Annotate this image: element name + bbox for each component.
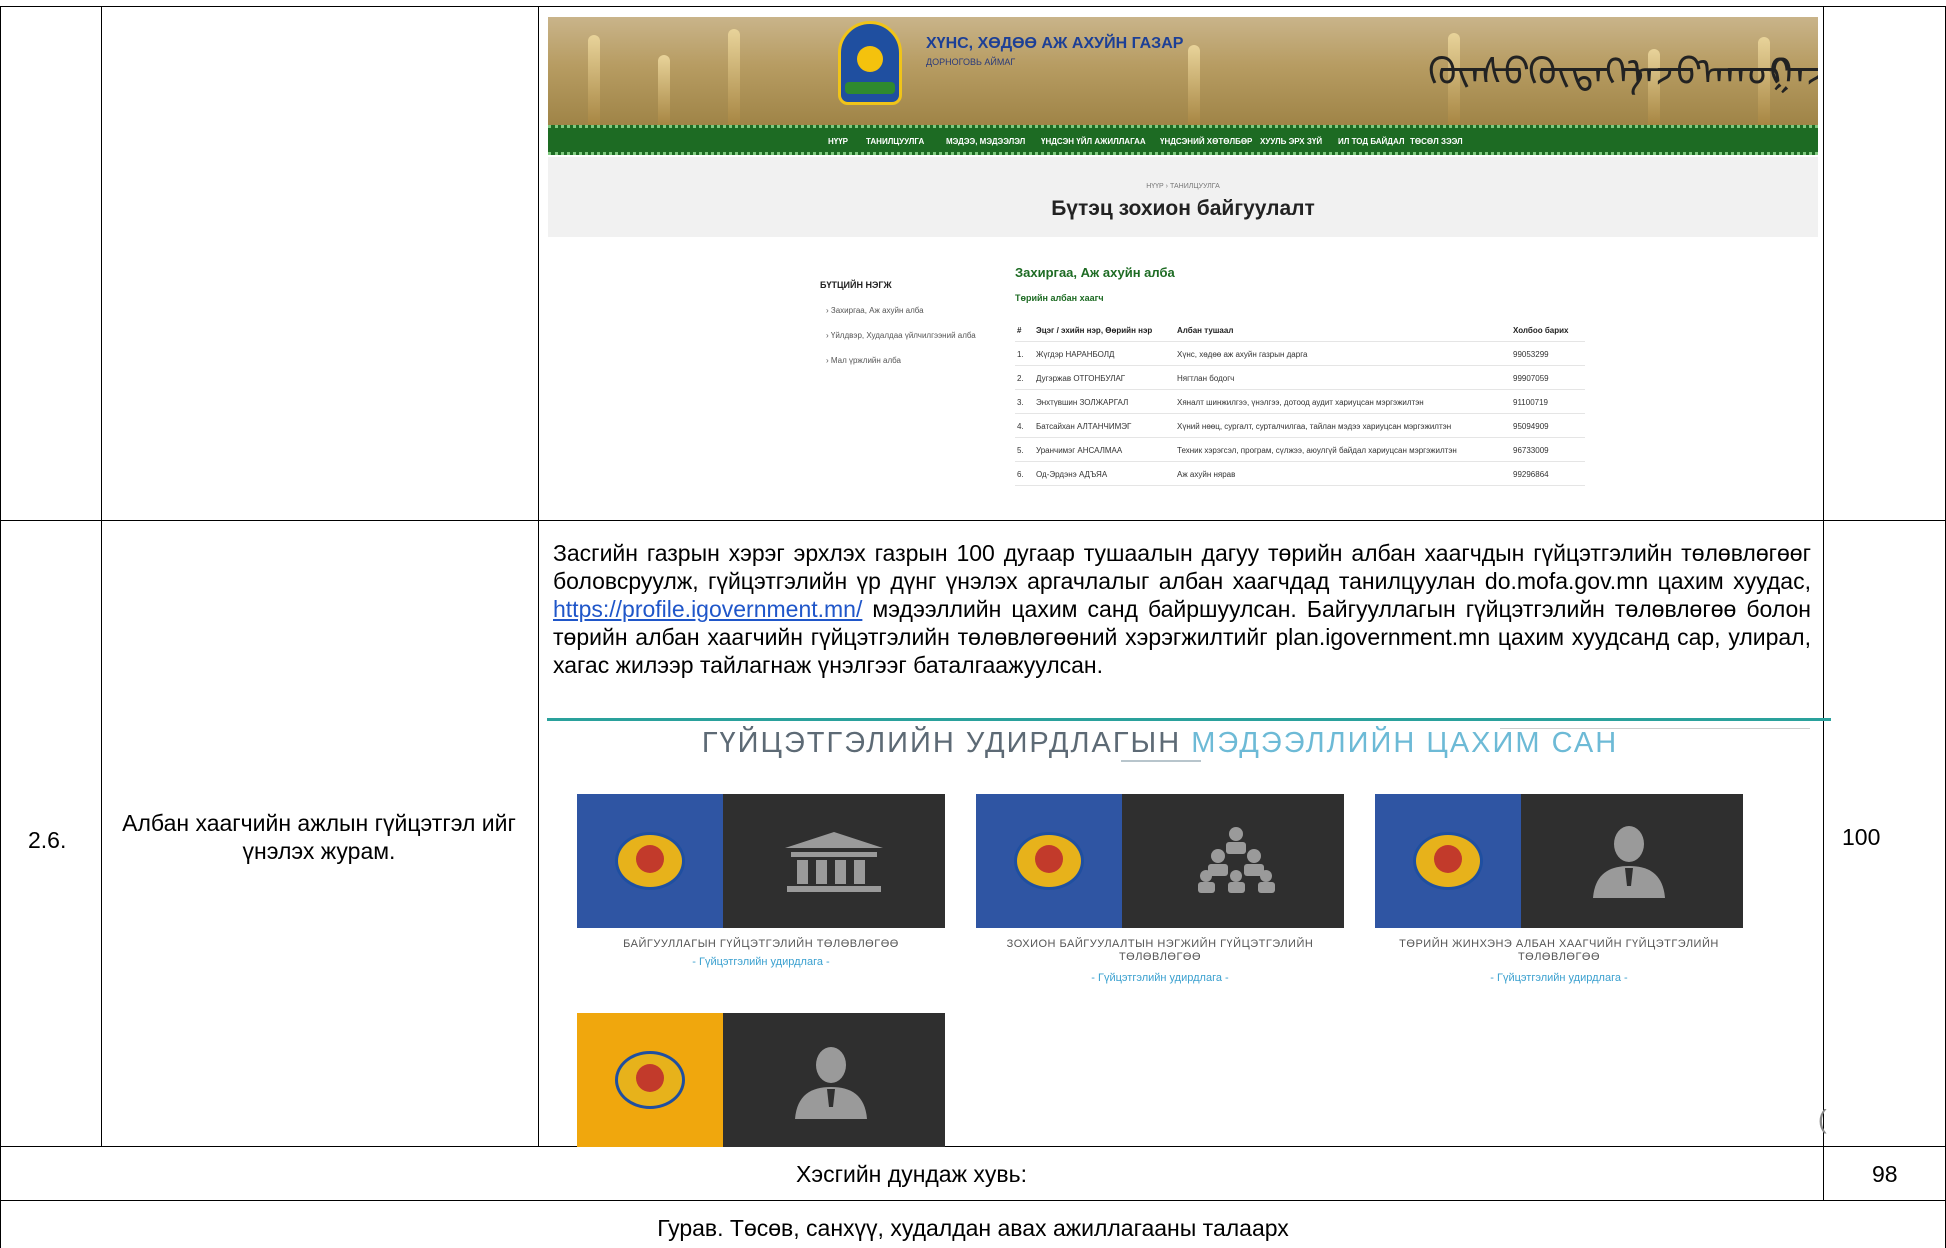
teal-divider	[547, 718, 1831, 721]
side-menu-item[interactable]: › Мал үржлийн алба	[826, 356, 901, 365]
perf-card-organization[interactable]	[577, 794, 945, 928]
row-divider-3	[0, 1200, 1946, 1201]
group-icon	[1198, 827, 1275, 893]
table-row: 2. Дугэржав ОТГОНБУЛАГ Нягтлан бодогч 99…	[1015, 366, 1585, 390]
page-title: Бүтэц зохион байгуулалт	[1051, 197, 1315, 220]
mongol-script-logo: ᠭᠠᠵᠠᠷ	[1768, 50, 1818, 94]
table-row: 1. Жүгдэр НАРАНБОЛД Хүнс, хөдөө аж ахуйн…	[1015, 342, 1585, 366]
profile-igovernment-link[interactable]: https://profile.igovernment.mn/	[553, 596, 862, 622]
th-num: #	[1017, 326, 1022, 335]
table-border-left	[0, 6, 1, 1248]
score-value: 100	[1842, 824, 1881, 850]
card-caption: ЗОХИОН БАЙГУУЛАЛТЫН НЭГЖИЙН ГҮЙЦЭТГЭЛИЙН…	[1006, 938, 1314, 963]
mongol-script-logo: ᠬᠥᠳᠡᠭᠡ	[1528, 50, 1644, 94]
state-emblem-icon	[1413, 832, 1483, 890]
section-subtitle: Төрийн албан хаагч	[1015, 293, 1104, 303]
average-label: Хэсгийн дундаж хувь:	[796, 1161, 1027, 1187]
state-emblem-icon	[1014, 832, 1084, 890]
person-icon	[1593, 826, 1665, 898]
side-menu-item[interactable]: › Захиргаа, Аж ахуйн алба	[826, 306, 924, 315]
scroll-fragment: (	[1818, 1104, 1827, 1134]
mongol-script-logo: ᠠᠵᠤ	[1628, 50, 1703, 94]
table-row: 4. Батсайхан АЛТАНЧИМЭГ Хүний нөөц, сург…	[1015, 414, 1585, 438]
evidence-paragraph: Засгийн газрын хэрэг эрхлэх газрын 100 д…	[553, 540, 1811, 678]
row-divider-1	[0, 520, 1946, 521]
org-emblem-icon	[838, 21, 902, 105]
th-contact: Холбоо барих	[1513, 326, 1569, 335]
title-underline	[1121, 760, 1201, 762]
col-divider-1	[101, 6, 102, 1147]
nav-item[interactable]: ХУУЛЬ ЭРХ ЗҮЙ	[1260, 137, 1322, 146]
perf-card-unit[interactable]	[976, 794, 1344, 928]
nav-item[interactable]: ТАНИЛЦУУЛГА	[866, 137, 924, 146]
staff-table-header: # Эцэг / эхийн нэр, Өөрийн нэр Албан туш…	[1015, 318, 1585, 342]
building-icon	[785, 832, 883, 892]
criterion-text: Албан хаагчийн ажлын гүйцэтгэл ийг үнэлэ…	[122, 810, 516, 864]
nav-item[interactable]: ҮНДСЭН ҮЙЛ АЖИЛЛАГАА	[1041, 137, 1146, 146]
card-link[interactable]: - Гүйцэтгэлийн удирдлага -	[1375, 972, 1743, 984]
table-border-top	[0, 6, 1946, 7]
mongol-script-logo: ᠬᠦᠨᠰᠦ	[1428, 50, 1530, 94]
site-nav-menu: НҮҮР ТАНИЛЦУУЛГА МЭДЭЭ, МЭДЭЭЛЭЛ ҮНДСЭН …	[548, 125, 1818, 155]
document-page: ХҮНС, ХӨДӨӨ АЖ АХУЙН ГАЗАР ДОРНОГОВЬ АЙМ…	[0, 0, 1946, 1248]
website-screenshot: ХҮНС, ХӨДӨӨ АЖ АХУЙН ГАЗАР ДОРНОГОВЬ АЙМ…	[548, 17, 1818, 237]
card-caption: БАЙГУУЛЛАГЫН ГҮЙЦЭТГЭЛИЙН ТӨЛӨВЛӨГӨӨ	[623, 938, 899, 950]
row-divider-2	[0, 1146, 1946, 1147]
site-org-title: ХҮНС, ХӨДӨӨ АЖ АХУЙН ГАЗАР	[926, 35, 1184, 52]
col-divider-3	[1823, 6, 1824, 1200]
table-row: 3. Энхтүвшин ЗОЛЖАРГАЛ Хяналт шинжилгээ,…	[1015, 390, 1585, 414]
perf-card-official[interactable]	[1375, 794, 1743, 928]
average-value: 98	[1872, 1161, 1898, 1187]
state-emblem-icon	[615, 832, 685, 890]
card-link[interactable]: - Гүйцэтгэлийн удирдлага -	[577, 956, 945, 968]
nav-item[interactable]: ТӨСӨЛ ЗЭЭЛ	[1410, 137, 1463, 146]
section-title: Захиргаа, Аж ахуйн алба	[1015, 265, 1175, 280]
side-menu-item[interactable]: › Үйлдвэр, Худалдаа үйлчилгээний алба	[826, 331, 976, 340]
nav-item[interactable]: НҮҮР	[828, 137, 848, 146]
section-heading: Гурав. Төсөв, санхүү, худалдан авах ажил…	[657, 1215, 1289, 1241]
nav-item[interactable]: ҮНДСЭНИЙ ХӨТӨЛБӨР	[1160, 137, 1252, 146]
col-divider-2	[538, 6, 539, 1147]
person-icon	[795, 1047, 867, 1119]
th-name: Эцэг / эхийн нэр, Өөрийн нэр	[1036, 326, 1153, 335]
perf-db-title: ГҮЙЦЭТГЭЛИЙН УДИРДЛАГЫН МЭДЭЭЛЛИЙН ЦАХИМ…	[701, 727, 1619, 759]
nav-item[interactable]: МЭДЭЭ, МЭДЭЭЛЭЛ	[946, 137, 1025, 146]
perf-card-gold[interactable]	[577, 1013, 945, 1147]
row-number: 2.6.	[28, 827, 67, 853]
side-heading: БҮТЦИЙН НЭГЖ	[820, 280, 892, 290]
card-caption: ТӨРИЙН ЖИНХЭНЭ АЛБАН ХААГЧИЙН ГҮЙЦЭТГЭЛИ…	[1399, 938, 1719, 963]
site-banner: ХҮНС, ХӨДӨӨ АЖ АХУЙН ГАЗАР ДОРНОГОВЬ АЙМ…	[548, 17, 1818, 125]
card-link[interactable]: - Гүйцэтгэлийн удирдлага -	[976, 972, 1344, 984]
table-row: 5. Уранчимэг АНСАЛМАА Техник хэрэгсэл, п…	[1015, 438, 1585, 462]
th-position: Албан тушаал	[1177, 326, 1234, 335]
breadcrumb[interactable]: НҮҮР › ТАНИЛЦУУЛГА	[548, 183, 1818, 190]
state-emblem-icon	[615, 1051, 685, 1109]
nav-item[interactable]: ИЛ ТОД БАЙДАЛ	[1338, 137, 1404, 146]
table-row: 6. Од-Эрдэнэ АДЪЯА Аж ахуйн нярав 992968…	[1015, 462, 1585, 486]
page-header-box: НҮҮР › ТАНИЛЦУУЛГА Бүтэц зохион байгуула…	[548, 157, 1818, 237]
site-org-subtitle: ДОРНОГОВЬ АЙМАГ	[926, 57, 1016, 67]
